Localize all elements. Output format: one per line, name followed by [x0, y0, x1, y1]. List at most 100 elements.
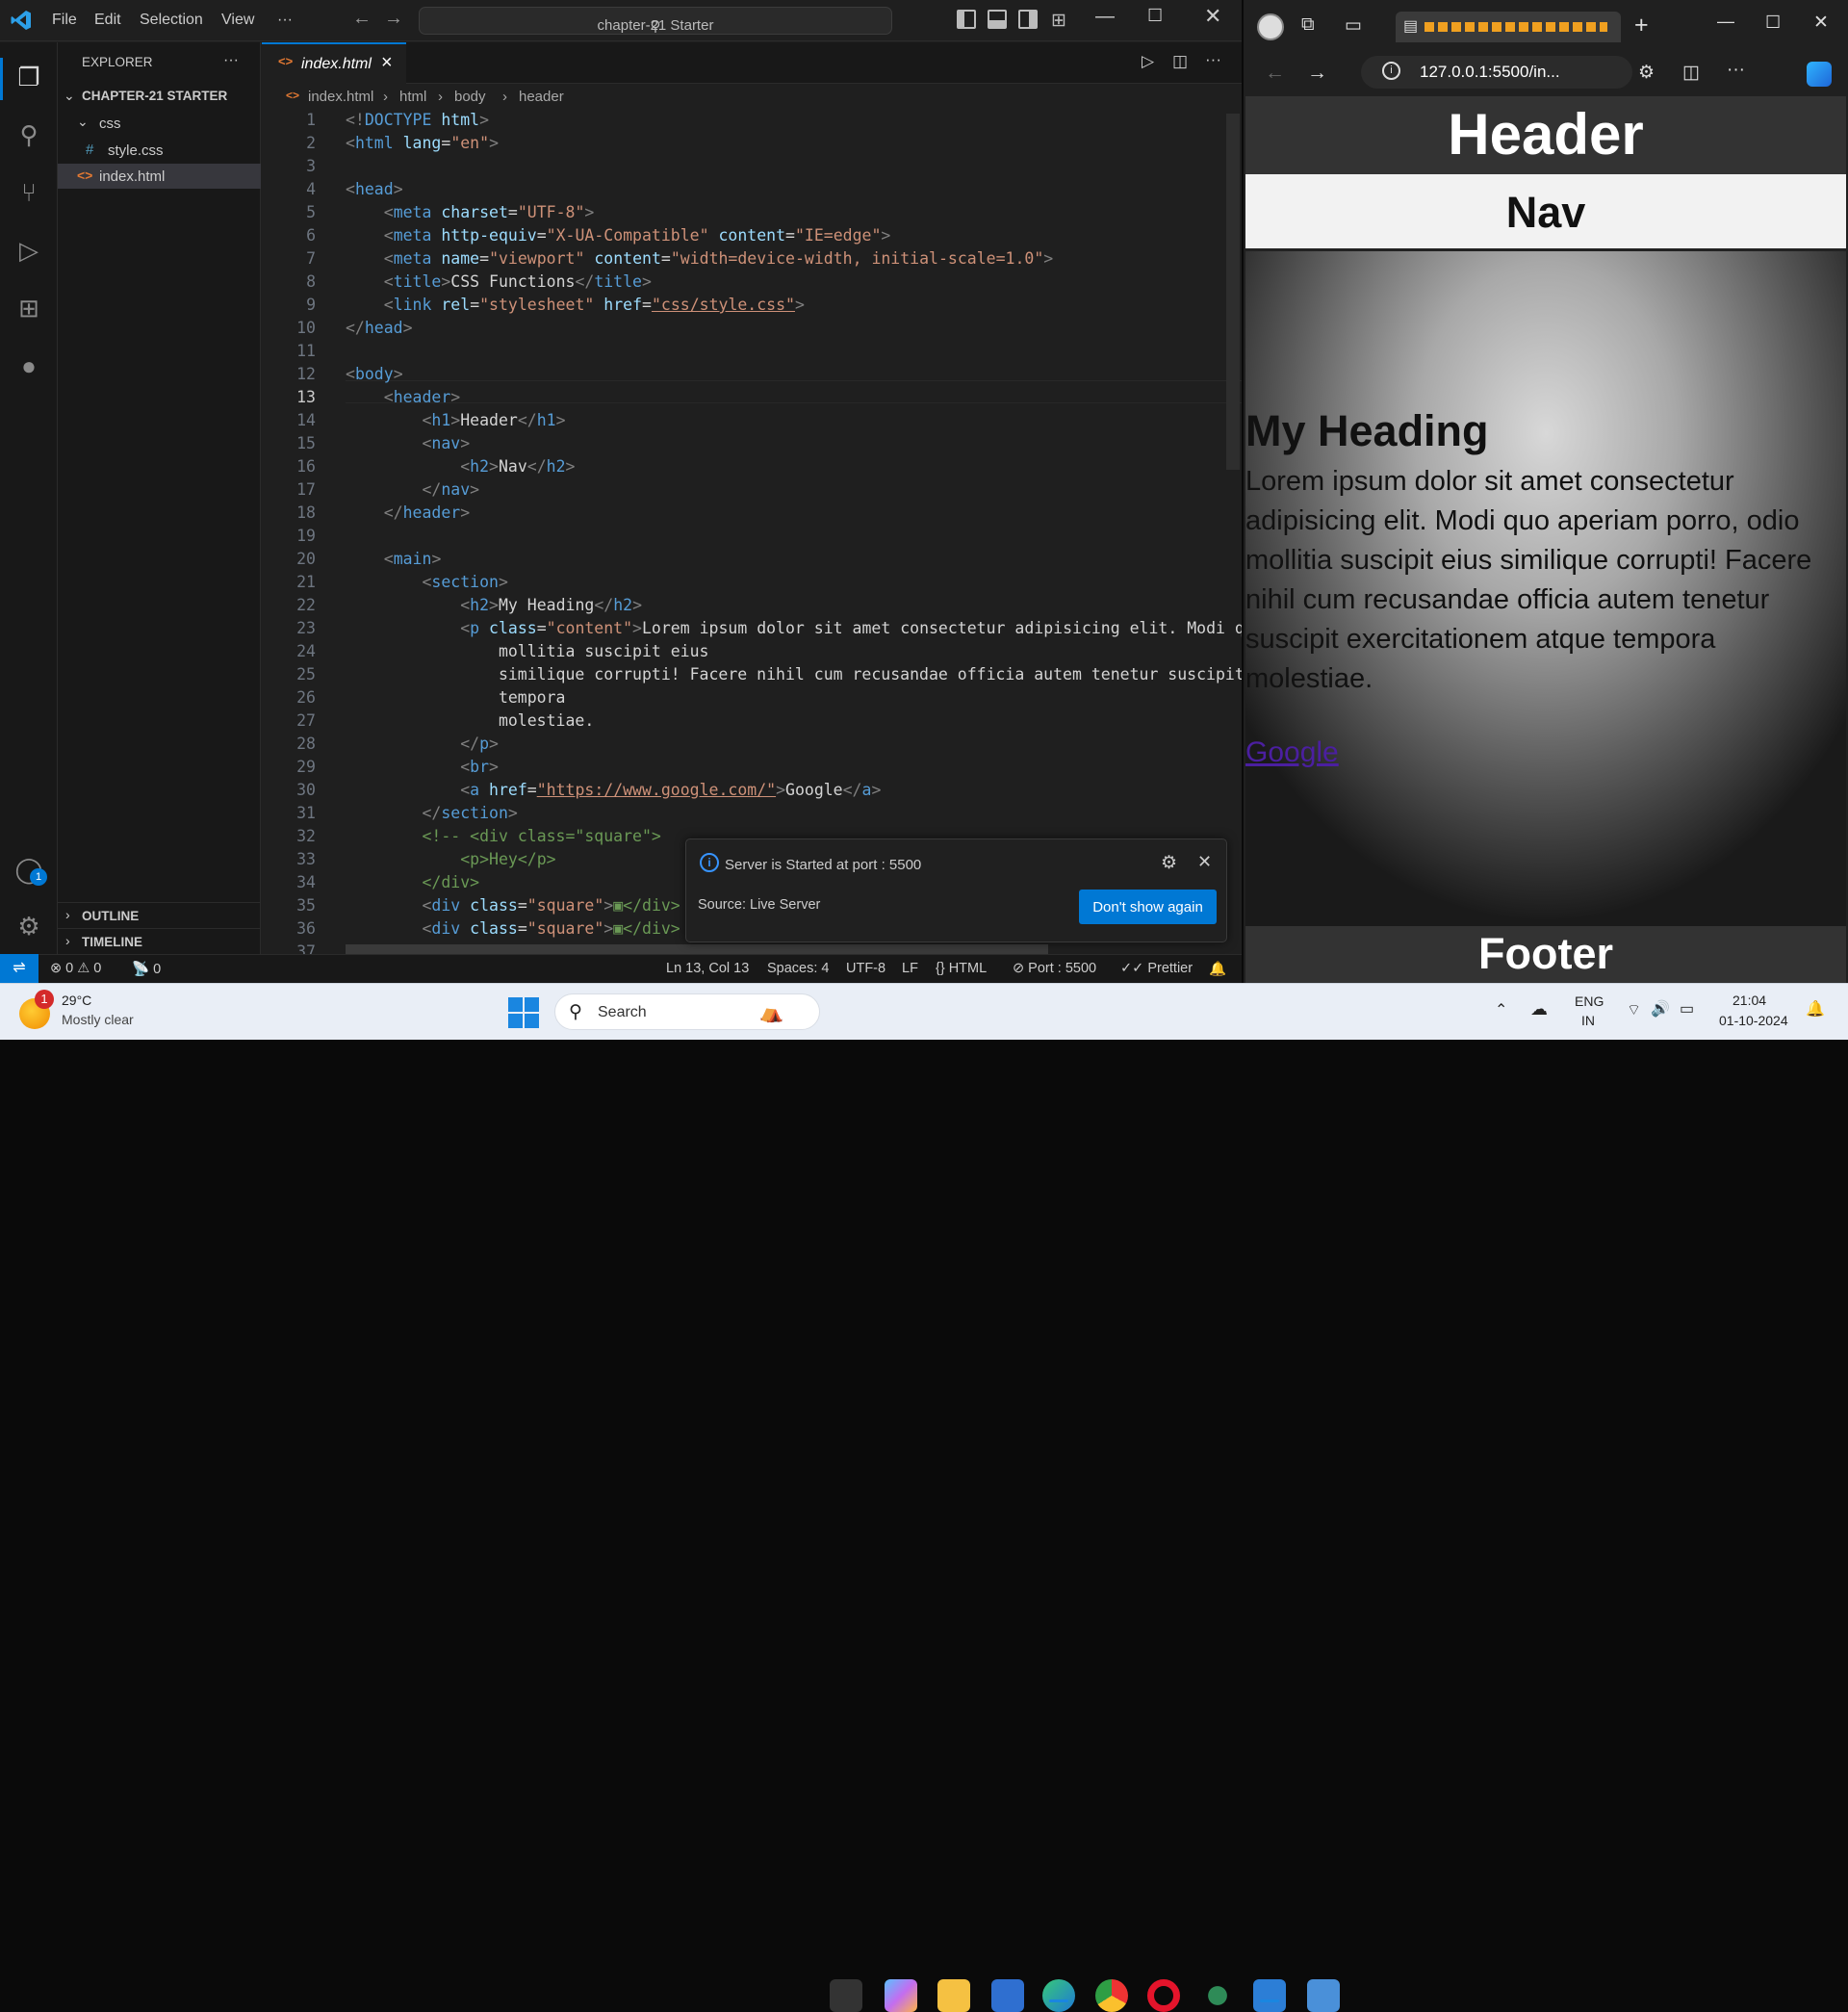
- status-eol[interactable]: LF: [902, 961, 918, 976]
- onedrive-cloud-icon[interactable]: ☁: [1530, 999, 1548, 1019]
- status-encoding[interactable]: UTF-8: [846, 961, 886, 976]
- close-window-icon[interactable]: ✕: [1813, 12, 1829, 34]
- language-bottom[interactable]: IN: [1581, 1013, 1595, 1028]
- status-problems[interactable]: ⊗ 0 ⚠ 0: [50, 961, 101, 976]
- minimize-icon[interactable]: —: [1095, 6, 1115, 28]
- line-number: 37: [296, 942, 316, 954]
- breadcrumb-item[interactable]: body: [454, 89, 486, 105]
- menu-file[interactable]: File: [52, 12, 77, 29]
- github-icon[interactable]: ●: [13, 350, 44, 381]
- workspaces-icon[interactable]: ⧉: [1301, 14, 1315, 36]
- settings-gear-icon[interactable]: ⚙: [13, 911, 44, 942]
- split-editor-icon[interactable]: ◫: [1172, 52, 1188, 71]
- search-view-icon[interactable]: ⚲: [13, 119, 44, 150]
- volume-icon[interactable]: 🔊: [1651, 999, 1670, 1019]
- forward-arrow-icon[interactable]: →: [1307, 62, 1327, 85]
- tab-actions-icon[interactable]: ▭: [1345, 14, 1362, 37]
- tree-file-style-css[interactable]: # style.css: [58, 140, 261, 163]
- file-explorer-icon[interactable]: [937, 1979, 970, 2012]
- breadcrumb-item[interactable]: header: [519, 89, 564, 105]
- notification-bell-icon[interactable]: 🔔: [1806, 999, 1825, 1019]
- status-prettier[interactable]: ✓✓ Prettier: [1120, 961, 1193, 976]
- tab-index-html[interactable]: <> index.html ×: [262, 42, 406, 84]
- browser-menu-icon[interactable]: ···: [1727, 60, 1745, 81]
- line-number: 2: [306, 134, 316, 152]
- notifications-bell-icon[interactable]: 🔔: [1209, 961, 1226, 977]
- tree-root[interactable]: ⌄ CHAPTER-21 STARTER: [58, 86, 261, 109]
- tree-file-index-html[interactable]: <> index.html: [58, 164, 261, 189]
- split-screen-icon[interactable]: ◫: [1682, 62, 1700, 84]
- copilot-icon[interactable]: [1807, 62, 1832, 87]
- run-debug-icon[interactable]: ▷: [13, 235, 44, 266]
- editor-more-icon[interactable]: ···: [1205, 50, 1221, 69]
- extensions-icon[interactable]: ⊞: [13, 293, 44, 323]
- weather-temp[interactable]: 29°C: [62, 993, 91, 1008]
- html-file-icon: <>: [286, 89, 300, 102]
- weather-desc[interactable]: Mostly clear: [62, 1012, 134, 1027]
- chrome-icon[interactable]: [1095, 1979, 1128, 2012]
- taskbar-search[interactable]: ⚲ Search ⛺: [554, 993, 820, 1030]
- maximize-icon[interactable]: ☐: [1147, 6, 1163, 26]
- extensions-icon[interactable]: ⚙: [1638, 62, 1655, 84]
- vertical-scrollbar[interactable]: [1226, 114, 1240, 470]
- language-top[interactable]: ENG: [1575, 993, 1604, 1009]
- line-number: 34: [296, 873, 316, 891]
- profile-avatar[interactable]: [1257, 13, 1284, 40]
- copilot-app-icon[interactable]: [885, 1979, 917, 2012]
- close-icon[interactable]: ✕: [1197, 852, 1212, 872]
- google-link[interactable]: Google: [1245, 736, 1339, 769]
- edge-icon[interactable]: [1042, 1979, 1075, 2012]
- back-arrow-icon[interactable]: ←: [352, 8, 372, 30]
- status-spaces[interactable]: Spaces: 4: [767, 961, 830, 976]
- menu-more[interactable]: ···: [277, 12, 293, 29]
- tab-close-icon[interactable]: ×: [381, 52, 393, 74]
- run-icon[interactable]: ▷: [1142, 52, 1154, 71]
- browser-tab[interactable]: ▤: [1396, 12, 1621, 42]
- notepad-icon[interactable]: [1307, 1979, 1340, 2012]
- menu-edit[interactable]: Edit: [94, 12, 121, 29]
- clock-time[interactable]: 21:04: [1732, 993, 1766, 1008]
- command-center-search[interactable]: ⚲ chapter-21 Starter: [419, 7, 892, 35]
- explorer-more-icon[interactable]: ···: [223, 52, 239, 69]
- source-control-icon[interactable]: ⑂: [13, 177, 44, 208]
- status-position[interactable]: Ln 13, Col 13: [666, 961, 749, 976]
- close-window-icon[interactable]: ✕: [1204, 4, 1221, 29]
- clock-date[interactable]: 01-10-2024: [1719, 1013, 1788, 1028]
- menu-selection[interactable]: Selection: [140, 12, 203, 29]
- timeline-section[interactable]: › TIMELINE: [58, 931, 261, 954]
- chevron-up-icon[interactable]: ⌃: [1495, 1000, 1507, 1019]
- menu-view[interactable]: View: [221, 12, 254, 29]
- breadcrumb-item[interactable]: index.html: [308, 89, 373, 105]
- maximize-icon[interactable]: ☐: [1765, 13, 1781, 33]
- status-port[interactable]: ⊘ Port : 5500: [1013, 961, 1096, 976]
- status-ports[interactable]: 📡 0: [132, 961, 161, 977]
- mongodb-compass-icon[interactable]: [1201, 1979, 1234, 2012]
- site-info-icon[interactable]: i: [1382, 62, 1400, 80]
- customize-layout-icon[interactable]: ⊞: [1051, 10, 1066, 32]
- store-icon[interactable]: [991, 1979, 1024, 2012]
- horizontal-scrollbar[interactable]: [346, 944, 1048, 954]
- toggle-panel-icon[interactable]: [988, 10, 1007, 29]
- status-language[interactable]: {} HTML: [936, 961, 987, 976]
- breadcrumb-item[interactable]: html: [399, 89, 426, 105]
- vscode-taskbar-icon[interactable]: [1253, 1979, 1286, 2012]
- toggle-sidebar-icon[interactable]: [957, 10, 976, 29]
- code-editor[interactable]: 1 2 3 4 5 6 7 8 9 10 11 12 13 14 15 16 17 18 19 20 21 22 23 24 2…: [262, 109, 1242, 954]
- opera-icon[interactable]: [1147, 1979, 1180, 2012]
- battery-icon[interactable]: ▭: [1680, 999, 1694, 1019]
- remote-indicator[interactable]: ⇌: [0, 954, 38, 983]
- address-bar[interactable]: i 127.0.0.1:5500/in...: [1361, 56, 1632, 89]
- tree-folder-css[interactable]: ⌄ css: [58, 113, 261, 136]
- back-arrow-icon[interactable]: ←: [1265, 62, 1285, 85]
- explorer-icon[interactable]: ❐: [13, 62, 44, 92]
- wifi-icon[interactable]: ⌔: [1627, 1000, 1641, 1019]
- toggle-secondary-sidebar-icon[interactable]: [1018, 10, 1038, 29]
- task-view-icon[interactable]: [830, 1979, 862, 2012]
- outline-section[interactable]: › OUTLINE: [58, 905, 261, 928]
- minimize-icon[interactable]: —: [1717, 12, 1734, 32]
- start-windows-icon[interactable]: [508, 997, 539, 1028]
- forward-arrow-icon[interactable]: →: [384, 8, 403, 30]
- gear-icon[interactable]: ⚙: [1161, 852, 1177, 874]
- dont-show-again-button[interactable]: Don't show again: [1079, 890, 1217, 924]
- new-tab-icon[interactable]: +: [1634, 12, 1649, 39]
